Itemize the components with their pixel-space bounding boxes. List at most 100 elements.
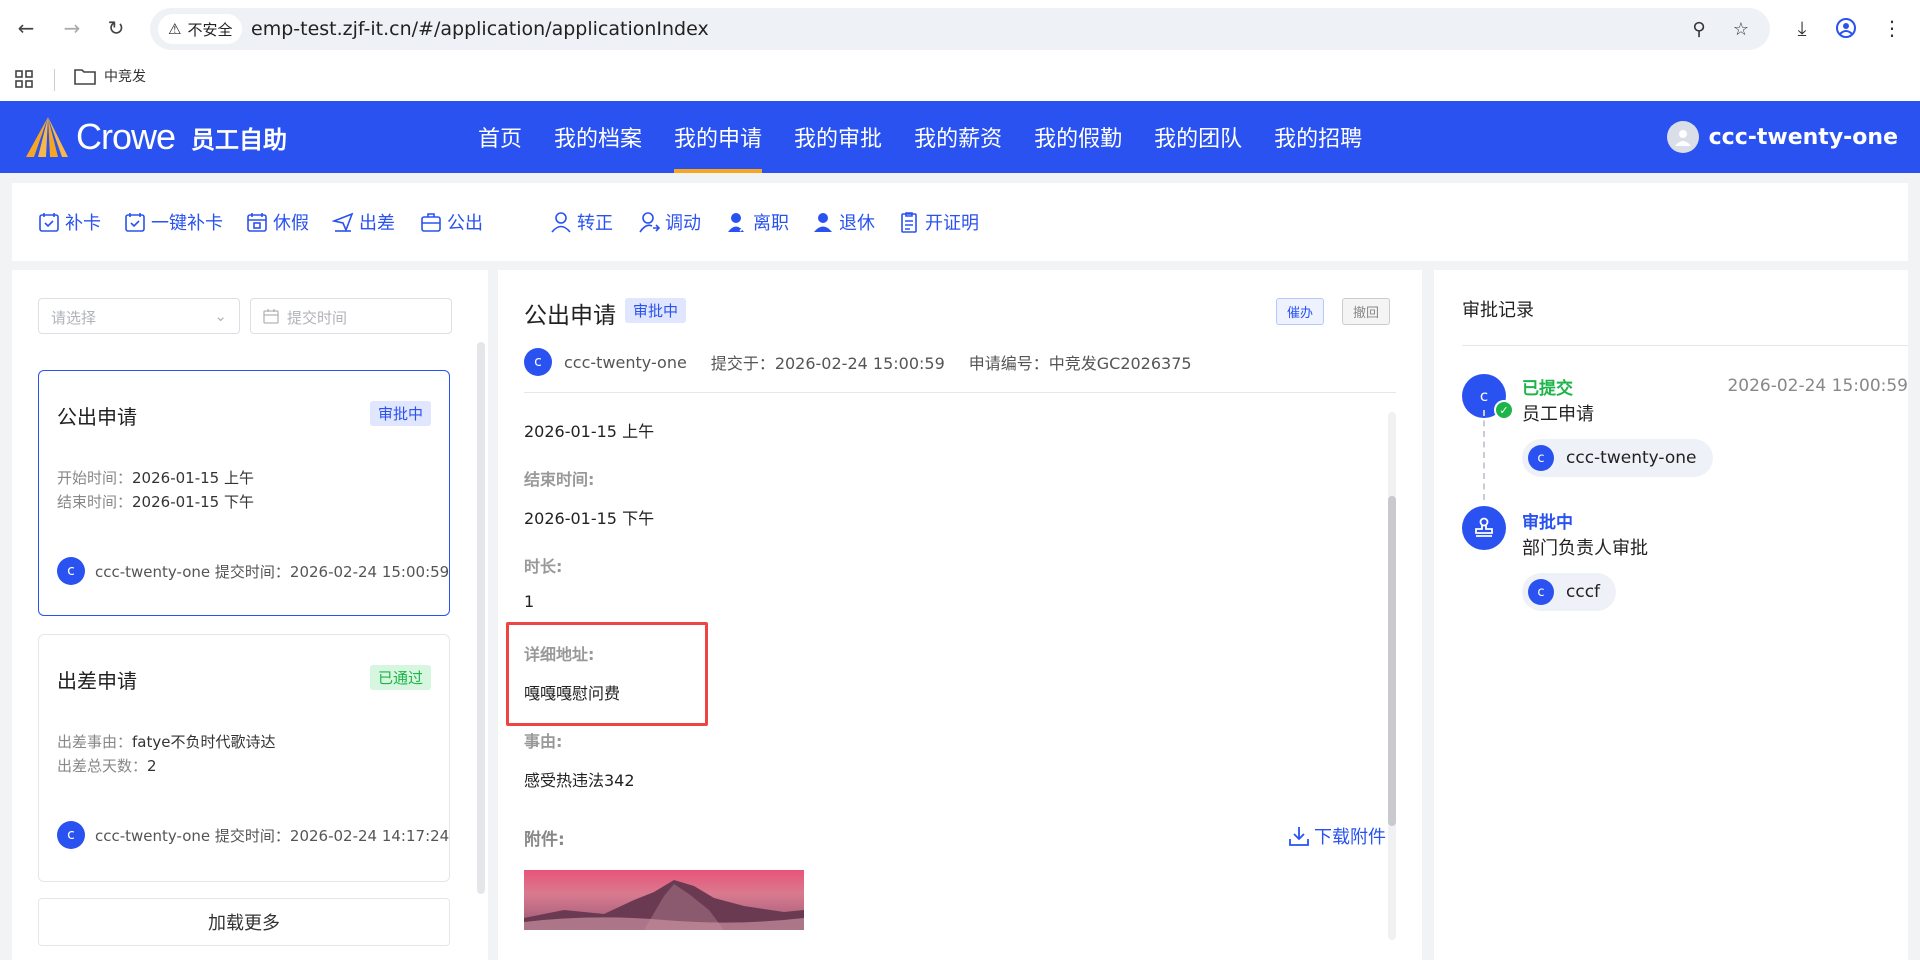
document-icon [901,212,917,233]
detail-scrollbar-thumb[interactable] [1388,496,1396,826]
star-icon[interactable]: ☆ [1730,18,1752,40]
user-retire-icon [814,213,832,232]
main-nav: 首页 我的档案 我的申请 我的审批 我的薪资 我的假勤 我的团队 我的招聘 [462,101,1378,173]
nav-profile[interactable]: 我的档案 [538,101,658,173]
browser-toolbar: ← → ↻ ⚠ 不安全 emp-test.zjf-it.cn/#/applica… [0,0,1920,57]
highlight-box [506,622,708,726]
avatar: c [524,348,552,376]
quick-action-label: 离职 [753,213,789,234]
step-status: 已提交 [1522,379,1573,399]
app-header: Crowe 员工自助 首页 我的档案 我的申请 我的审批 我的薪资 我的假勤 我… [0,101,1920,173]
detail-title: 公出申请 [524,303,616,329]
applicant-name: ccc-twenty-one [564,352,687,372]
attachment-thumbnail[interactable] [524,870,804,930]
timeline-connector [1483,410,1485,500]
quick-action-label: 休假 [273,213,309,234]
card-footer: c ccc-twenty-one 提交时间：2026-02-24 14:17:2… [57,821,449,849]
card-footer: c ccc-twenty-one 提交时间：2026-02-24 15:00:5… [57,557,449,585]
quick-action-batch-make-up[interactable]: 一键补卡 [124,209,223,235]
quick-action-official-outing[interactable]: 公出 [420,209,483,235]
end-time-value: 2026-01-15 下午 [524,509,655,528]
user-leave-icon [728,213,747,232]
bookmarks-bar: 中竞发 [0,57,1920,101]
crowe-logo-icon [26,117,68,157]
status-filter-select[interactable]: 请选择 ⌄ [38,298,240,334]
step-description: 员工申请 [1522,404,1594,425]
quick-action-label: 开证明 [925,213,979,234]
approval-records-panel: 审批记录 c ✓ 已提交 员工申请 2026-02-24 15:00:59 c … [1434,270,1908,960]
end-time-label: 结束时间: [524,470,595,489]
menu-icon[interactable]: ⋮ [1878,14,1906,42]
download-attachment-link[interactable]: 下载附件 [1288,823,1386,849]
step-person: c cccf [1522,573,1617,611]
avatar: c [1528,445,1554,471]
quick-action-label: 一键补卡 [151,213,223,234]
divider [524,392,1396,393]
card-title: 公出申请 [57,405,137,429]
submitted-time: 提交于：2026-02-24 15:00:59 [710,354,945,373]
quick-action-transfer[interactable]: 调动 [638,209,701,235]
stamp-icon [1462,506,1506,550]
quick-action-business-trip[interactable]: 出差 [332,209,395,235]
quick-action-certificate[interactable]: 开证明 [898,209,979,235]
application-number: 申请编号：中竞发GC2026375 [968,354,1192,373]
application-card[interactable]: 出差申请 已通过 出差事由：fatye不负时代歌诗达 出差总天数：2 c ccc… [38,634,450,882]
address-bar[interactable]: ⚠ 不安全 emp-test.zjf-it.cn/#/application/a… [150,8,1770,50]
back-icon[interactable]: ← [12,14,40,42]
avatar [1666,121,1699,153]
reason-label: 事由: [524,732,563,751]
withdraw-button[interactable]: 撤回 [1342,298,1391,325]
application-card[interactable]: 公出申请 审批中 开始时间：2026-01-15 上午 结束时间：2026-01… [38,370,450,616]
nav-salary[interactable]: 我的薪资 [898,101,1018,173]
bookmark-folder[interactable]: 中竞发 [74,66,146,86]
quick-action-leave[interactable]: 休假 [246,209,309,235]
quick-action-regularization[interactable]: 转正 [550,209,613,235]
reload-icon[interactable]: ↻ [102,14,130,42]
nav-home[interactable]: 首页 [462,101,538,173]
attachment-label: 附件: [524,830,565,850]
calendar-icon [263,308,279,328]
urge-button[interactable]: 催办 [1276,298,1325,325]
quick-action-label: 退休 [839,213,875,234]
step-person: c ccc-twenty-one [1522,439,1713,477]
card-days: 出差总天数：2 [57,757,157,775]
quick-action-label: 调动 [665,213,701,234]
load-more-button[interactable]: 加载更多 [38,898,450,946]
download-icon[interactable]: ⤓ [1788,14,1816,42]
quick-action-retirement[interactable]: 退休 [812,209,875,235]
status-badge: 审批中 [625,298,687,323]
date-placeholder: 提交时间 [287,309,348,327]
download-icon [1289,827,1309,846]
folder-icon [74,69,96,85]
briefcase-icon [421,213,441,232]
profile-icon[interactable] [1832,14,1860,42]
quick-action-label: 转正 [577,213,613,234]
submit-date-picker[interactable]: 提交时间 [250,298,452,334]
records-title: 审批记录 [1462,300,1534,321]
user-menu[interactable]: ccc-twenty-one [1666,121,1898,153]
nav-approvals[interactable]: 我的审批 [778,101,898,173]
security-chip[interactable]: ⚠ 不安全 [158,14,243,44]
nav-recruitment[interactable]: 我的招聘 [1258,101,1378,173]
person-name: cccf [1566,582,1601,602]
nav-attendance[interactable]: 我的假勤 [1018,101,1138,173]
username: ccc-twenty-one [1708,124,1898,150]
status-badge: 已通过 [369,665,431,690]
quick-action-make-up-card[interactable]: 补卡 [38,209,101,235]
avatar: c [1528,579,1554,605]
logo[interactable]: Crowe 员工自助 [22,115,287,159]
forward-icon[interactable]: → [58,14,86,42]
url-text[interactable]: emp-test.zjf-it.cn/#/application/applica… [251,18,709,40]
warning-icon: ⚠ [168,20,182,38]
avatar: c [57,557,85,585]
nav-team[interactable]: 我的团队 [1138,101,1258,173]
select-placeholder: 请选择 [51,309,97,327]
apps-grid-icon[interactable] [14,69,34,93]
detail-meta: c ccc-twenty-one 提交于：2026-02-24 15:00:59… [524,348,1192,376]
list-scrollbar[interactable] [477,342,485,894]
quick-action-resignation[interactable]: 离职 [726,209,789,235]
quick-action-label: 公出 [447,213,483,234]
zoom-icon[interactable]: ⚲ [1688,18,1710,40]
download-label: 下载附件 [1314,827,1386,848]
nav-applications[interactable]: 我的申请 [658,101,778,173]
